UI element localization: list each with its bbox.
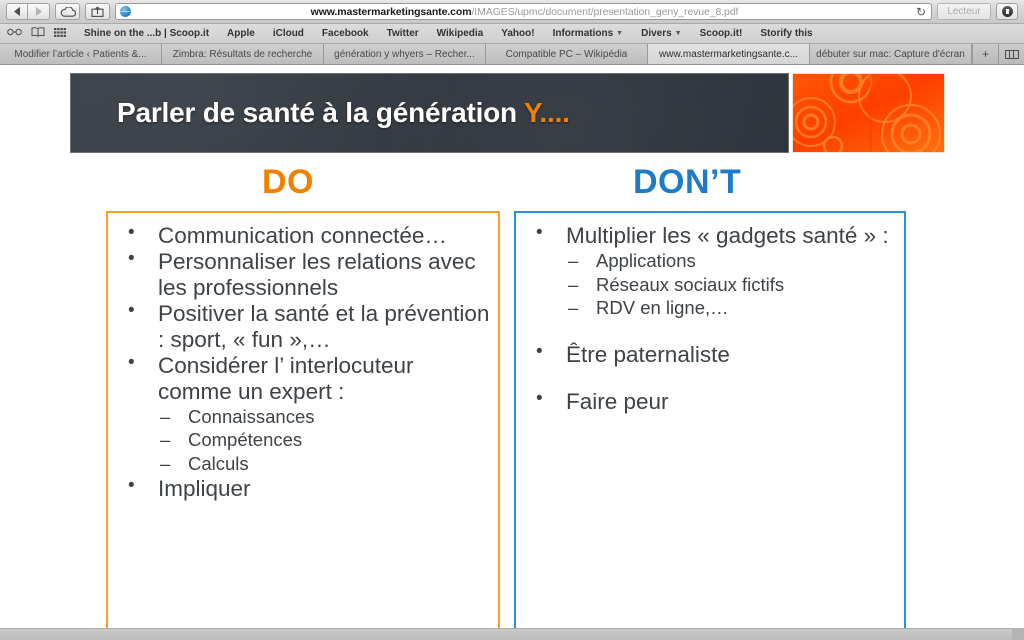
chevron-down-icon: ▼ <box>616 30 624 37</box>
icloud-icon[interactable] <box>55 3 80 20</box>
bullet-text: Multiplier les « gadgets santé » : <box>566 223 889 248</box>
url-path: /IMAGES/upmc/document/presentation_geny_… <box>471 5 739 18</box>
sub-bullet-list: ConnaissancesCompétencesCalculs <box>158 405 490 476</box>
tab-bar: Modifier l’article ‹ Patients &... Zimbra… <box>0 44 1024 65</box>
top-sites-grid-icon[interactable] <box>54 27 66 40</box>
heading-do: DO <box>262 163 314 201</box>
horizontal-scrollbar[interactable] <box>0 628 1024 640</box>
bullet-text: Être paternaliste <box>566 341 730 367</box>
browser-tab[interactable]: génération y whyers – Recher... <box>324 44 486 64</box>
bullet-item: Impliquer <box>114 475 490 502</box>
bullet-text: Impliquer <box>158 476 251 502</box>
bullet-text: Considérer l’ interlocuteur comme un exp… <box>158 353 414 404</box>
bookmark-item[interactable]: Facebook <box>313 28 378 39</box>
bookmarks-bar-icons <box>4 27 75 40</box>
bullet-list: Communication connectée…Personnaliser le… <box>114 222 490 502</box>
bullet-text: Communication connectée… <box>158 223 447 248</box>
browser-tab-label: Modifier l’article ‹ Patients &... <box>14 48 147 60</box>
forward-arrow-icon[interactable] <box>28 3 50 20</box>
browser-tab[interactable]: débuter sur mac: Capture d'écran <box>810 44 972 64</box>
bookmark-item[interactable]: Wikipedia <box>428 28 493 39</box>
browser-tab-label: débuter sur mac: Capture d'écran <box>816 48 965 60</box>
do-column-box: Communication connectée…Personnaliser le… <box>106 211 500 640</box>
share-icon[interactable] <box>85 3 110 20</box>
bullet-item: Communication connectée… <box>114 222 490 248</box>
navigation-buttons <box>6 3 50 20</box>
bookmark-items: Shine on the ...b | Scoop.it Apple iCloud F… <box>75 28 822 39</box>
reading-list-icon[interactable] <box>7 28 22 39</box>
browser-tab-label: Compatible PC – Wikipédia <box>505 48 628 60</box>
reload-icon[interactable]: ↻ <box>915 6 927 18</box>
bookmark-item[interactable]: iCloud <box>264 28 313 39</box>
tab-overview-icon[interactable] <box>998 44 1024 64</box>
bookmark-item[interactable]: Apple <box>218 28 264 39</box>
slide-title: Parler de santé à la génération Y.... <box>71 97 570 129</box>
bullet-text: Personnaliser les relations avec les pro… <box>158 249 476 300</box>
presentation-slide: Parler de santé à la génération Y.... DO… <box>0 65 1024 640</box>
browser-tab[interactable]: www.mastermarketingsante.c... <box>648 44 810 64</box>
column-headings: DO DON’T <box>0 163 1024 209</box>
bullet-list: Multiplier les « gadgets santé » :Applic… <box>522 222 896 415</box>
sub-bullet-item: Connaissances <box>158 405 490 429</box>
url-text: www.mastermarketingsante.com/IMAGES/upmc… <box>134 6 915 18</box>
back-arrow-icon[interactable] <box>6 3 28 20</box>
bullet-text: Faire peur <box>566 389 669 415</box>
browser-toolbar: www.mastermarketingsante.com/IMAGES/upmc… <box>0 0 1024 24</box>
sub-bullet-list: ApplicationsRéseaux sociaux fictifsRDV e… <box>566 249 896 320</box>
bullet-item: Personnaliser les relations avec les pro… <box>114 248 490 300</box>
bookmark-item[interactable]: Scoop.it! <box>691 28 752 39</box>
orange-circles-decorative-image <box>792 73 945 153</box>
reader-button[interactable]: Lecteur <box>937 3 991 20</box>
safari-browser-window: www.mastermarketingsante.com/IMAGES/upmc… <box>0 0 1024 640</box>
sub-bullet-item: Calculs <box>158 452 490 476</box>
bookmarks-book-icon[interactable] <box>31 27 45 40</box>
browser-tab[interactable]: Zimbra: Résultats de recherche <box>162 44 324 64</box>
browser-tab[interactable]: Modifier l’article ‹ Patients &... <box>0 44 162 64</box>
slide-title-banner: Parler de santé à la génération Y.... <box>70 73 789 153</box>
bullet-item: Considérer l’ interlocuteur comme un exp… <box>114 352 490 476</box>
sub-bullet-item: Compétences <box>158 428 490 452</box>
bookmark-item[interactable]: Shine on the ...b | Scoop.it <box>75 28 218 39</box>
slide-title-main: Parler de santé à la génération <box>117 97 525 128</box>
chevron-down-icon: ▼ <box>674 30 682 37</box>
bookmark-item[interactable]: Storify this <box>751 28 821 39</box>
scrollbar-corner <box>1012 628 1024 640</box>
browser-tab-label: www.mastermarketingsante.c... <box>659 48 798 60</box>
tab-list: Modifier l’article ‹ Patients &... Zimbra… <box>0 44 972 64</box>
globe-icon <box>120 6 131 17</box>
slide-title-accent: Y.... <box>524 97 570 128</box>
url-domain: www.mastermarketingsante.com <box>310 5 472 18</box>
bookmark-item[interactable]: Informations ▼ <box>544 28 633 39</box>
sub-bullet-item: Réseaux sociaux fictifs <box>566 273 896 297</box>
columns-container: Communication connectée…Personnaliser le… <box>0 211 1024 640</box>
bookmark-item[interactable]: Yahoo! <box>492 28 543 39</box>
address-bar[interactable]: www.mastermarketingsante.com/IMAGES/upmc… <box>115 3 932 20</box>
browser-tab[interactable]: Compatible PC – Wikipédia <box>486 44 648 64</box>
sub-bullet-item: RDV en ligne,… <box>566 296 896 320</box>
bookmark-item[interactable]: Divers ▼ <box>632 28 691 39</box>
browser-tab-label: Zimbra: Résultats de recherche <box>172 48 313 60</box>
plus-icon[interactable]: + <box>972 44 998 64</box>
downloads-icon[interactable] <box>996 3 1018 20</box>
bullet-text: Positiver la santé et la prévention : sp… <box>158 301 490 352</box>
browser-tab-label: génération y whyers – Recher... <box>334 48 475 60</box>
sub-bullet-item: Applications <box>566 249 896 273</box>
bullet-item: Être paternaliste <box>522 341 896 367</box>
bullet-item: Positiver la santé et la prévention : sp… <box>114 300 490 352</box>
bookmarks-bar: Shine on the ...b | Scoop.it Apple iCloud F… <box>0 24 1024 44</box>
bullet-item: Multiplier les « gadgets santé » :Applic… <box>522 222 896 320</box>
bullet-item: Faire peur <box>522 388 896 415</box>
bookmark-item[interactable]: Twitter <box>378 28 428 39</box>
pdf-viewer-content[interactable]: Parler de santé à la génération Y.... DO… <box>0 65 1024 640</box>
heading-dont: DON’T <box>633 163 742 201</box>
dont-column-box: Multiplier les « gadgets santé » :Applic… <box>514 211 906 640</box>
